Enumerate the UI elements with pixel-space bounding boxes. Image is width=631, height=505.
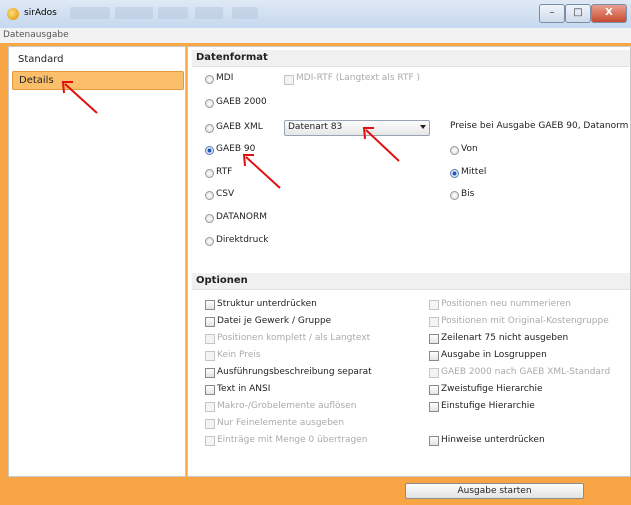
arrow-to-gaeb90 [245,156,281,189]
arrow-to-details [64,83,98,114]
annotation-arrows [61,81,400,189]
annotation-arrow [61,81,400,189]
arrow-to-dropdown [365,129,400,162]
